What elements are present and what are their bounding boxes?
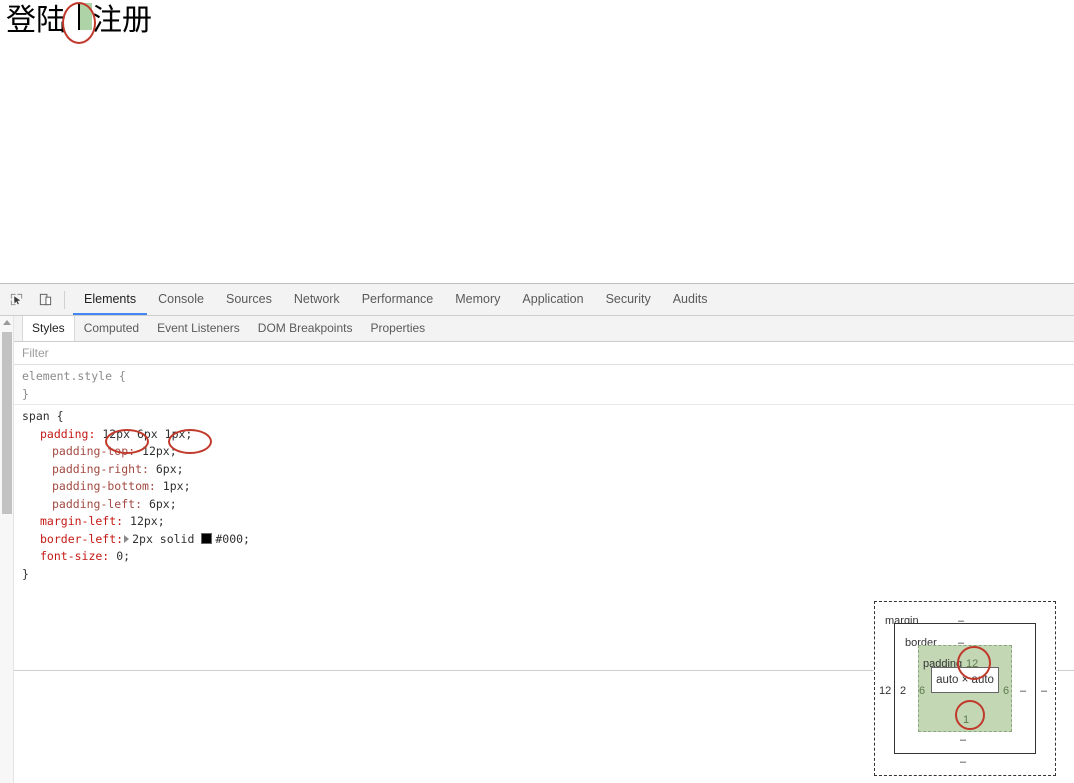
scroll-up-arrow-icon[interactable]	[2, 320, 11, 325]
declaration-padding-bottom[interactable]: padding-bottom: 1px;	[22, 478, 1074, 496]
declaration-value[interactable]: 0;	[116, 549, 130, 563]
tab-console[interactable]: Console	[147, 284, 215, 315]
declaration-property: border-left:	[40, 531, 124, 546]
styles-filter-input[interactable]: Filter	[22, 346, 49, 360]
tab-performance[interactable]: Performance	[351, 284, 445, 315]
box-model-margin-left[interactable]: 12	[879, 685, 891, 697]
box-model-margin-bottom[interactable]: –	[960, 756, 966, 768]
declaration-font-size[interactable]: font-size: 0;	[22, 548, 1074, 566]
tab-audits[interactable]: Audits	[662, 284, 719, 315]
text-login: 登陆	[6, 3, 66, 38]
inspected-span-element[interactable]	[78, 3, 92, 30]
declaration-value-width-style[interactable]: 2px solid	[132, 532, 194, 546]
declaration-property: padding-left:	[52, 496, 143, 511]
tab-event-listeners[interactable]: Event Listeners	[148, 316, 249, 341]
tab-application[interactable]: Application	[511, 284, 594, 315]
declaration-value[interactable]: 12px 6px 1px;	[102, 427, 192, 441]
tab-network[interactable]: Network	[283, 284, 351, 315]
declaration-property: padding:	[40, 426, 96, 441]
box-model-border-right[interactable]: –	[1020, 685, 1026, 697]
styles-rules-pane: element.style { } span { padding: 12px 6…	[0, 365, 1074, 671]
declaration-value[interactable]: 12px;	[142, 444, 177, 458]
span-selector[interactable]: span {	[22, 408, 1074, 426]
tab-computed[interactable]: Computed	[75, 316, 148, 341]
declaration-value-color[interactable]: #000;	[215, 532, 250, 546]
tab-properties[interactable]: Properties	[361, 316, 434, 341]
text-register: 注册	[92, 3, 152, 38]
rule-span: span { padding: 12px 6px 1px; padding-to…	[22, 405, 1074, 583]
declaration-padding-top[interactable]: padding-top: 12px;	[22, 443, 1074, 461]
box-model-diagram: margin – 12 – – border – 2 – – padding 1…	[874, 601, 1056, 776]
declaration-property: padding-top:	[52, 444, 136, 458]
rendered-page-area: 登陆 注册	[0, 0, 1074, 283]
box-model-border-left[interactable]: 2	[900, 685, 906, 697]
declaration-property: margin-left:	[40, 514, 124, 528]
declaration-value[interactable]: 6px;	[149, 497, 177, 511]
declaration-padding-left[interactable]: padding-left: 6px;	[22, 496, 1074, 514]
device-toolbar-icon[interactable]	[32, 287, 58, 313]
styles-sidebar-tabbar: Styles Computed Event Listeners DOM Brea…	[0, 316, 1074, 342]
declaration-property: font-size:	[40, 549, 110, 563]
expand-shorthand-icon[interactable]	[124, 535, 130, 543]
color-swatch-icon[interactable]	[201, 532, 213, 544]
box-model-content-box[interactable]: auto × auto	[931, 667, 999, 693]
box-model-padding-left[interactable]: 6	[919, 685, 925, 697]
toolbar-divider	[64, 290, 65, 309]
declaration-margin-left[interactable]: margin-left: 12px;	[22, 513, 1074, 531]
devtools-toolbar: Elements Console Sources Network Perform…	[0, 284, 1074, 316]
element-style-close: }	[22, 386, 29, 401]
styles-pane-scrollbar[interactable]	[0, 316, 14, 783]
rule-element-style: element.style { }	[22, 368, 1074, 403]
box-model-padding-bottom[interactable]: 1	[963, 714, 969, 726]
page-text-line: 登陆 注册	[6, 2, 152, 40]
tab-sources[interactable]: Sources	[215, 284, 283, 315]
styles-filter-row[interactable]: Filter	[0, 342, 1074, 365]
declaration-value[interactable]: 1px;	[163, 479, 191, 493]
declaration-padding-right[interactable]: padding-right: 6px;	[22, 461, 1074, 479]
tab-dom-breakpoints[interactable]: DOM Breakpoints	[249, 316, 362, 341]
element-style-selector[interactable]: element.style {	[22, 368, 1074, 386]
box-model-border-bottom[interactable]: –	[960, 734, 966, 746]
tab-memory[interactable]: Memory	[444, 284, 511, 315]
span-rule-close: }	[22, 566, 29, 581]
tab-security[interactable]: Security	[595, 284, 662, 315]
declaration-property: padding-right:	[52, 461, 149, 476]
box-model-margin-right[interactable]: –	[1041, 685, 1047, 697]
tab-styles[interactable]: Styles	[22, 316, 75, 341]
inspect-element-icon[interactable]	[3, 287, 29, 313]
scrollbar-thumb[interactable]	[2, 332, 12, 514]
declaration-padding-shorthand[interactable]: padding: 12px 6px 1px;	[22, 426, 1074, 444]
declaration-value[interactable]: 12px;	[130, 514, 165, 528]
tab-elements[interactable]: Elements	[73, 284, 148, 315]
declaration-border-left[interactable]: border-left: 2px solid #000;	[22, 531, 1074, 549]
declaration-value[interactable]: 6px;	[156, 462, 184, 476]
declaration-property: padding-bottom:	[52, 479, 156, 493]
box-model-padding-right[interactable]: 6	[1003, 685, 1009, 697]
